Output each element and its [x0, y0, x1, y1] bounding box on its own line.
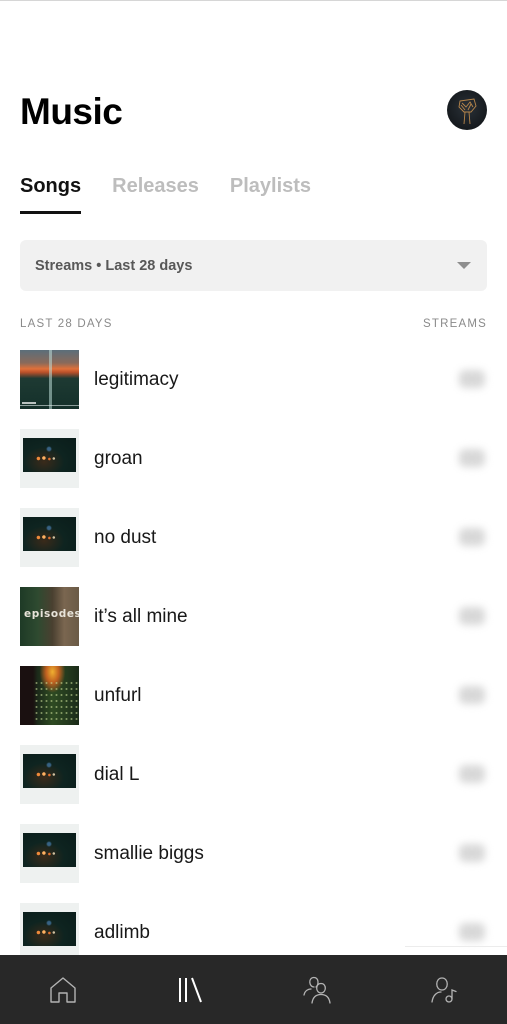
library-icon — [179, 977, 203, 1002]
column-headers: LAST 28 DAYS STREAMS — [20, 318, 487, 334]
nav-music[interactable] — [127, 955, 254, 1024]
song-row[interactable]: smallie biggs — [0, 824, 507, 884]
audience-icon — [303, 976, 331, 1004]
song-title: dial L — [94, 764, 140, 785]
stream-count-redacted — [459, 923, 485, 941]
metric-period-dropdown[interactable]: Streams • Last 28 days — [20, 240, 487, 291]
song-row[interactable]: unfurl — [0, 666, 507, 726]
stream-count-redacted — [459, 844, 485, 862]
tab-songs[interactable]: Songs — [20, 168, 82, 214]
song-title: unfurl — [94, 685, 142, 706]
nav-home[interactable] — [0, 955, 127, 1024]
dropdown-selected-value: Streams • Last 28 days — [35, 257, 193, 274]
stream-count-redacted — [459, 607, 485, 625]
song-artwork — [20, 824, 79, 883]
column-header-period: LAST 28 DAYS — [20, 318, 113, 330]
song-row[interactable]: groan — [0, 429, 507, 489]
song-artwork — [20, 666, 79, 725]
song-row[interactable]: episodes it’s all mine — [0, 587, 507, 647]
page-title: Music — [20, 91, 123, 132]
song-row[interactable]: legitimacy — [0, 350, 507, 410]
home-icon — [50, 976, 77, 1003]
nav-audience[interactable] — [254, 955, 381, 1024]
song-row[interactable]: dial L — [0, 745, 507, 805]
song-title: legitimacy — [94, 369, 179, 390]
artist-profile-icon — [430, 976, 457, 1003]
song-title: no dust — [94, 527, 157, 548]
tab-bar: Songs Releases Playlists — [20, 168, 342, 216]
song-artwork — [20, 903, 79, 962]
column-header-streams[interactable]: STREAMS — [423, 318, 487, 330]
stream-count-redacted — [459, 528, 485, 546]
nav-artist-profile[interactable] — [380, 955, 507, 1024]
bottom-nav — [0, 955, 507, 1024]
stream-count-redacted — [459, 765, 485, 783]
song-row[interactable]: no dust — [0, 508, 507, 568]
page-header: Music — [20, 84, 487, 140]
song-title: groan — [94, 448, 143, 469]
list-divider — [405, 946, 507, 947]
profile-avatar-icon — [458, 98, 477, 125]
song-artwork — [20, 429, 79, 488]
status-bar-divider — [0, 0, 507, 1]
song-title: smallie biggs — [94, 843, 204, 864]
song-title: it’s all mine — [94, 606, 188, 627]
stream-count-redacted — [459, 370, 485, 388]
tab-playlists[interactable]: Playlists — [230, 168, 311, 214]
song-artwork — [20, 350, 79, 409]
song-artwork: episodes — [20, 587, 79, 646]
avatar[interactable] — [447, 90, 487, 130]
song-artwork — [20, 745, 79, 804]
tab-releases[interactable]: Releases — [112, 168, 199, 214]
song-title: adlimb — [94, 922, 150, 943]
caret-down-icon — [457, 262, 471, 269]
song-row[interactable]: adlimb — [0, 903, 507, 963]
song-artwork — [20, 508, 79, 567]
stream-count-redacted — [459, 449, 485, 467]
artwork-text: episodes — [24, 608, 79, 620]
stream-count-redacted — [459, 686, 485, 704]
